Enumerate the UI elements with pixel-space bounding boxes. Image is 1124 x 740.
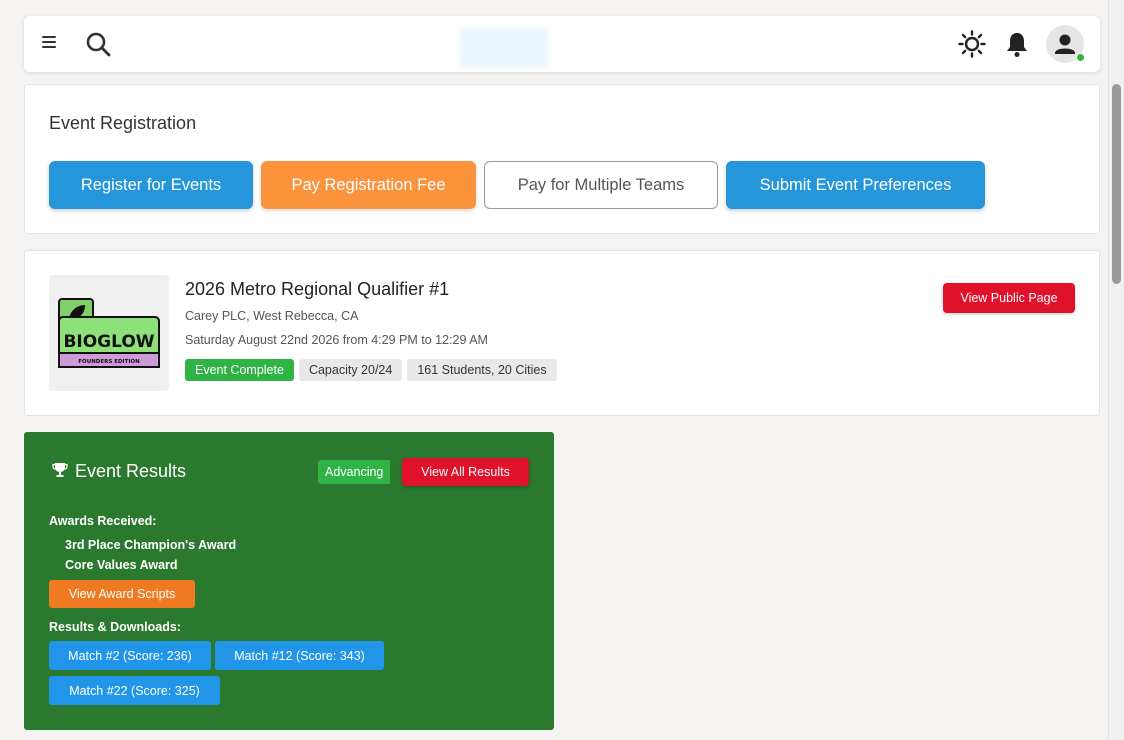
bioglow-logo: BIOGLOW FOUNDERS EDITION bbox=[58, 298, 160, 368]
event-datetime: Saturday August 22nd 2026 from 4:29 PM t… bbox=[185, 333, 488, 347]
match-22-button[interactable]: Match #22 (Score: 325) bbox=[49, 676, 220, 705]
register-for-events-button[interactable]: Register for Events bbox=[49, 161, 253, 209]
match-2-button[interactable]: Match #2 (Score: 236) bbox=[49, 641, 211, 670]
bell-icon[interactable] bbox=[1004, 30, 1030, 58]
pay-registration-fee-button[interactable]: Pay Registration Fee bbox=[261, 161, 476, 209]
online-status-dot bbox=[1076, 53, 1085, 62]
view-award-scripts-button[interactable]: View Award Scripts bbox=[49, 580, 195, 608]
capacity-badge: Capacity 20/24 bbox=[298, 359, 403, 381]
award-item: 3rd Place Champion's Award bbox=[65, 538, 237, 552]
downloads-label: Results & Downloads: bbox=[49, 620, 181, 634]
loading-placeholder bbox=[460, 28, 548, 68]
hamburger-icon[interactable] bbox=[42, 36, 56, 52]
logo-text: BIOGLOW bbox=[63, 332, 154, 352]
results-title: Event Results bbox=[75, 461, 187, 481]
event-results-card: Event Results Advancing View All Results… bbox=[24, 432, 554, 730]
awards-label: Awards Received: bbox=[49, 514, 157, 528]
logo-subtext: FOUNDERS EDITION bbox=[78, 359, 140, 365]
event-location: Carey PLC, West Rebecca, CA bbox=[185, 309, 359, 323]
scrollbar-thumb[interactable] bbox=[1112, 84, 1121, 284]
event-registration-card: Event Registration Register for Events P… bbox=[24, 84, 1100, 234]
search-icon[interactable] bbox=[84, 30, 112, 58]
trophy-icon bbox=[52, 463, 68, 477]
view-all-results-button[interactable]: View All Results bbox=[402, 458, 529, 486]
top-navigation-bar bbox=[24, 16, 1100, 72]
event-title: 2026 Metro Regional Qualifier #1 bbox=[185, 279, 450, 299]
avatar[interactable] bbox=[1046, 25, 1085, 63]
status-badge: Event Complete bbox=[185, 359, 294, 381]
pay-multiple-teams-button[interactable]: Pay for Multiple Teams bbox=[484, 161, 718, 209]
scrollbar[interactable] bbox=[1108, 0, 1124, 740]
match-12-button[interactable]: Match #12 (Score: 343) bbox=[215, 641, 384, 670]
event-details-card: BIOGLOW FOUNDERS EDITION 2026 Metro Regi… bbox=[24, 250, 1100, 416]
event-badges: Event Complete Capacity 20/24 161 Studen… bbox=[185, 359, 557, 381]
submit-event-preferences-button[interactable]: Submit Event Preferences bbox=[726, 161, 985, 209]
sun-icon[interactable] bbox=[958, 30, 986, 58]
award-item: Core Values Award bbox=[65, 558, 178, 572]
view-public-page-button[interactable]: View Public Page bbox=[943, 283, 1075, 313]
event-logo: BIOGLOW FOUNDERS EDITION bbox=[49, 275, 169, 391]
registration-title: Event Registration bbox=[49, 113, 197, 133]
advancing-badge: Advancing bbox=[318, 460, 391, 484]
attendance-badge: 161 Students, 20 Cities bbox=[407, 359, 557, 381]
